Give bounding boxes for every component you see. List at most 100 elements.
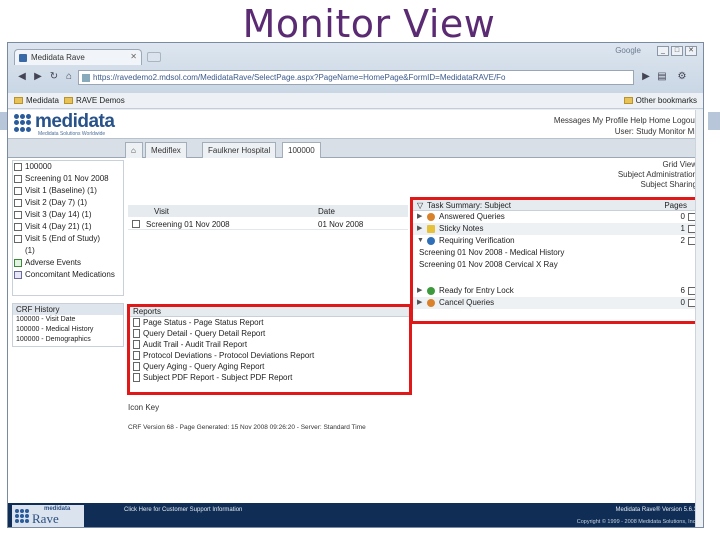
- tools-menu-icon[interactable]: ⚙: [676, 71, 688, 83]
- nav-item-con-meds[interactable]: Concomitant Medications: [13, 269, 123, 281]
- visit-icon: [14, 235, 22, 243]
- crf-history-row[interactable]: 100000 - Visit Date: [13, 315, 123, 325]
- vertical-scrollbar[interactable]: [695, 110, 703, 527]
- expand-icon[interactable]: ▶: [417, 297, 422, 309]
- subject-icon: [14, 163, 22, 171]
- nav-item-visit-5[interactable]: Visit 5 (End of Study): [13, 233, 123, 245]
- report-link-query-detail[interactable]: Query Detail - Query Detail Report: [130, 328, 409, 339]
- verification-icon: [427, 237, 435, 245]
- crf-history-row[interactable]: 100000 - Medical History: [13, 325, 123, 335]
- home-icon[interactable]: ⌂: [63, 71, 75, 83]
- subject-actions: Grid View Subject Administration Subject…: [618, 160, 697, 190]
- logo-tagline: Medidata Solutions Worldwide: [38, 131, 106, 137]
- report-link-query-aging[interactable]: Query Aging - Query Aging Report: [130, 361, 409, 372]
- nav-item-visit-2[interactable]: Visit 2 (Day 7) (1): [13, 197, 123, 209]
- other-bookmarks[interactable]: Other bookmarks: [623, 96, 697, 105]
- nav-item-subject[interactable]: 100000: [13, 161, 123, 173]
- footer-logo-big: Rave: [32, 511, 59, 526]
- folder-icon: [64, 97, 73, 104]
- nav-item-visit-4[interactable]: Visit 4 (Day 21) (1): [13, 221, 123, 233]
- tab-home[interactable]: ⌂: [125, 142, 143, 158]
- task-sub-item[interactable]: Screening 01 Nov 2008 - Medical History: [413, 247, 699, 259]
- task-row-ready-for-entry-lock[interactable]: ▶ Ready for Entry Lock 6: [413, 285, 699, 297]
- grid-view-link[interactable]: Grid View: [618, 160, 697, 170]
- nav-item-visit-3[interactable]: Visit 3 (Day 14) (1): [13, 209, 123, 221]
- task-summary-title: Task Summary: Subject: [427, 201, 512, 210]
- medidata-logo[interactable]: medidata Medidata Solutions Worldwide: [14, 111, 124, 137]
- visit-table: Visit Date Screening 01 Nov 2008 01 Nov …: [128, 205, 408, 230]
- subject-sharing-link[interactable]: Subject Sharing: [618, 180, 697, 190]
- task-row-cancel-queries[interactable]: ▶ Cancel Queries 0: [413, 297, 699, 309]
- expand-icon[interactable]: ▶: [417, 211, 422, 223]
- report-link-audit-trail[interactable]: Audit Trail - Audit Trail Report: [130, 339, 409, 350]
- bookmark-medidata[interactable]: Medidata: [14, 96, 59, 105]
- query-icon: [427, 213, 435, 221]
- new-tab-button[interactable]: [147, 52, 161, 62]
- nav-item-adverse-events[interactable]: Adverse Events: [13, 257, 123, 269]
- subject-administration-link[interactable]: Subject Administration: [618, 170, 697, 180]
- close-window-icon[interactable]: ✕: [685, 46, 697, 56]
- header-links[interactable]: Messages My Profile Help Home Logout: [554, 116, 697, 125]
- report-icon: [133, 373, 140, 382]
- favicon-icon: [19, 54, 27, 62]
- crf-version-text: CRF Version 68 - Page Generated: 15 Nov …: [128, 424, 366, 431]
- tab-faulkner-hospital[interactable]: Faulkner Hospital: [202, 142, 277, 158]
- expand-icon[interactable]: ▶: [417, 223, 422, 235]
- nav-item-screening[interactable]: Screening 01 Nov 2008: [13, 173, 123, 185]
- rave-version: Medidata Rave® Version 5.6.3: [615, 507, 697, 513]
- close-tab-icon[interactable]: ✕: [130, 52, 137, 61]
- go-icon[interactable]: ▶: [640, 71, 652, 83]
- visit-icon: [14, 223, 22, 231]
- task-row-requiring-verification[interactable]: ▼ Requiring Verification 2: [413, 235, 699, 247]
- customer-support-link[interactable]: Click Here for Customer Support Informat…: [124, 507, 242, 513]
- minimize-icon[interactable]: _: [657, 46, 669, 56]
- logo-dots-icon: [15, 509, 29, 523]
- task-row-answered-queries[interactable]: ▶ Answered Queries 0: [413, 211, 699, 223]
- visit-icon: [14, 187, 22, 195]
- url-text: https://ravedemo2.mdsol.com/MedidataRave…: [93, 73, 506, 82]
- sticky-note-icon: [427, 225, 435, 233]
- back-icon[interactable]: ◀: [16, 71, 28, 83]
- report-link-subject-pdf[interactable]: Subject PDF Report - Subject PDF Report: [130, 372, 409, 383]
- task-sub-item[interactable]: Screening 01 Nov 2008 Cervical X Ray: [413, 259, 699, 271]
- collapse-icon[interactable]: ▽: [417, 201, 423, 210]
- collapse-icon[interactable]: ▼: [417, 235, 424, 247]
- maximize-icon[interactable]: □: [671, 46, 683, 56]
- folder-icon: [14, 97, 23, 104]
- table-row[interactable]: Screening 01 Nov 2008 01 Nov 2008: [128, 217, 408, 230]
- home-icon: ⌂: [131, 146, 136, 155]
- subject-nav-panel: 100000 Screening 01 Nov 2008 Visit 1 (Ba…: [12, 160, 124, 296]
- user-line: User: Study Monitor Mr: [614, 127, 697, 136]
- report-icon: [133, 329, 140, 338]
- address-bar[interactable]: https://ravedemo2.mdsol.com/MedidataRave…: [78, 70, 634, 85]
- rave-logo: medidata Rave: [12, 505, 84, 527]
- task-summary-panel: ▽ Task Summary: Subject Pages ▶ Answered…: [410, 197, 702, 324]
- task-summary-header: ▽ Task Summary: Subject Pages: [413, 200, 699, 211]
- visit-cell[interactable]: Screening 01 Nov 2008: [146, 220, 230, 229]
- rave-header: medidata Medidata Solutions Worldwide Me…: [8, 110, 703, 138]
- pages-label: Pages: [664, 201, 687, 210]
- report-icon: [133, 318, 140, 327]
- report-icon: [133, 351, 140, 360]
- forward-icon[interactable]: ▶: [32, 71, 44, 83]
- icon-key-link[interactable]: Icon Key: [128, 403, 159, 412]
- tab-subject-100000[interactable]: 100000: [282, 142, 321, 158]
- report-link-page-status[interactable]: Page Status - Page Status Report: [130, 317, 409, 328]
- page-menu-icon[interactable]: ▤: [656, 71, 668, 83]
- logo-dots-icon: [14, 114, 32, 132]
- crf-history-row[interactable]: 100000 - Demographics: [13, 335, 123, 345]
- date-column-header: Date: [318, 207, 335, 216]
- crf-history-heading: CRF History: [13, 304, 123, 315]
- tab-mediflex[interactable]: Mediflex: [145, 142, 187, 158]
- browser-window: Medidata Rave ✕ Google _ □ ✕ ◀ ▶ ↻ ⌂ htt…: [7, 42, 704, 528]
- task-row-sticky-notes[interactable]: ▶ Sticky Notes 1: [413, 223, 699, 235]
- browser-tab[interactable]: Medidata Rave ✕: [14, 49, 142, 65]
- google-label: Google: [615, 46, 641, 55]
- browser-tab-title: Medidata Rave: [31, 53, 85, 62]
- bookmark-rave-demos[interactable]: RAVE Demos: [64, 96, 125, 105]
- expand-icon[interactable]: ▶: [417, 285, 422, 297]
- report-icon: [133, 340, 140, 349]
- report-link-protocol-deviations[interactable]: Protocol Deviations - Protocol Deviation…: [130, 350, 409, 361]
- nav-item-visit-1[interactable]: Visit 1 (Baseline) (1): [13, 185, 123, 197]
- reload-icon[interactable]: ↻: [48, 71, 60, 83]
